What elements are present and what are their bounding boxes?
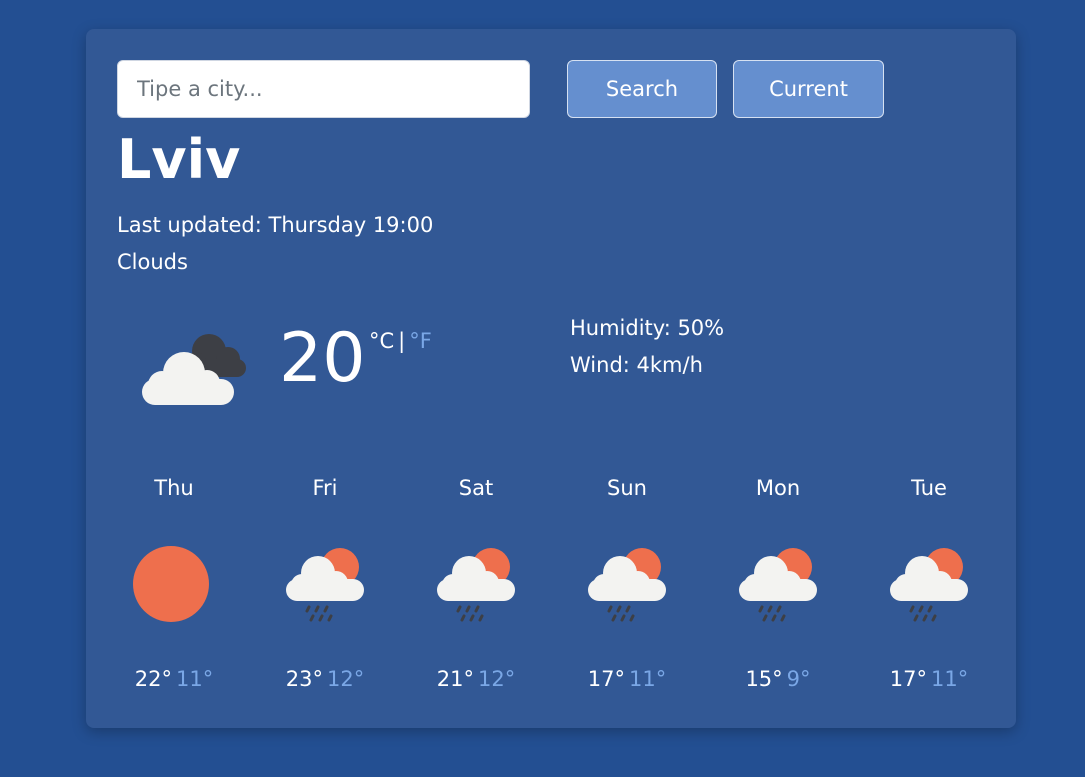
- forecast-day-name: Tue: [911, 476, 947, 500]
- weather-card: Search Current Lviv Last updated: Thursd…: [86, 29, 1016, 728]
- forecast-day-thu: Thu 22° 11°: [99, 469, 249, 709]
- forecast-max-temp: 22°: [134, 667, 172, 691]
- forecast-max-temp: 21°: [436, 667, 474, 691]
- forecast-min-temp: 12°: [327, 667, 365, 691]
- forecast-day-name: Mon: [755, 476, 801, 500]
- forecast-max-temp: 17°: [889, 667, 927, 691]
- city-name: Lviv: [117, 128, 241, 191]
- forecast-day-name: Thu: [154, 476, 194, 500]
- weather-description: Clouds: [117, 250, 188, 274]
- forecast-day-tue: Tue 17° 11°: [854, 469, 1004, 709]
- forecast-min-temp: 9°: [786, 667, 811, 691]
- rain-sun-icon: [280, 539, 370, 629]
- forecast-day-name: Fri: [312, 476, 338, 500]
- forecast-min-temp: 11°: [629, 667, 667, 691]
- search-button[interactable]: Search: [567, 60, 717, 118]
- forecast-day-name: Sat: [458, 476, 494, 500]
- last-updated: Last updated: Thursday 19:00: [117, 213, 434, 237]
- forecast-min-temp: 12°: [478, 667, 516, 691]
- rain-sun-icon: [733, 539, 823, 629]
- forecast-temperatures: 15° 9°: [703, 663, 853, 695]
- forecast-temperatures: 22° 11°: [99, 663, 249, 695]
- forecast-day-mon: Mon 15° 9°: [703, 469, 853, 709]
- rain-sun-icon: [884, 539, 974, 629]
- unit-separator: |: [398, 329, 406, 353]
- forecast-temperatures: 17° 11°: [854, 663, 1004, 695]
- wind: Wind: 4km/h: [570, 353, 703, 377]
- unit-toggle: °C | °F: [369, 326, 432, 356]
- forecast-max-temp: 17°: [587, 667, 625, 691]
- forecast-temperatures: 23° 12°: [250, 663, 400, 695]
- cloudy-icon: [142, 334, 246, 405]
- rain-sun-icon: [582, 539, 672, 629]
- forecast-day-fri: Fri 23° 12°: [250, 469, 400, 709]
- forecast-min-temp: 11°: [176, 667, 214, 691]
- forecast-day-name: Sun: [607, 476, 647, 500]
- city-search-input[interactable]: [117, 60, 530, 118]
- current-temperature: 20: [279, 319, 366, 398]
- forecast-day-sun: Sun 17° 11°: [552, 469, 702, 709]
- forecast-max-temp: 23°: [285, 667, 323, 691]
- sun-icon: [126, 539, 216, 629]
- weather-details: Humidity: 50% Wind: 4km/h: [570, 310, 724, 384]
- rain-sun-icon: [431, 539, 521, 629]
- celsius-link[interactable]: °C: [369, 329, 394, 353]
- forecast-temperatures: 17° 11°: [552, 663, 702, 695]
- forecast-max-temp: 15°: [745, 667, 783, 691]
- forecast-min-temp: 11°: [931, 667, 969, 691]
- current-location-button[interactable]: Current: [733, 60, 884, 118]
- forecast-temperatures: 21° 12°: [401, 663, 551, 695]
- forecast-day-sat: Sat 21° 12°: [401, 469, 551, 709]
- fahrenheit-link[interactable]: °F: [409, 329, 432, 353]
- humidity: Humidity: 50%: [570, 316, 725, 340]
